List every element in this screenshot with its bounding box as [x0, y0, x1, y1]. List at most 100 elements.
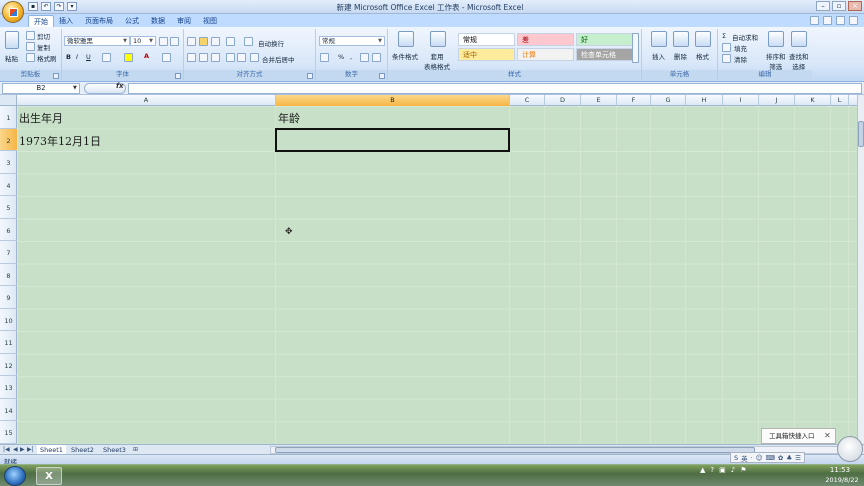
paste-icon[interactable]	[5, 31, 19, 49]
insert-cells-label[interactable]: 插入	[652, 51, 665, 61]
row-header-7[interactable]: 7	[0, 241, 17, 264]
ime-item-5[interactable]: ✿	[778, 454, 783, 462]
ime-item-0[interactable]: S	[734, 454, 738, 462]
minimize-button[interactable]: –	[816, 1, 830, 11]
table-format-label[interactable]: 套用 表格格式	[424, 51, 450, 71]
row-header-8[interactable]: 8	[0, 264, 17, 287]
font-launcher-icon[interactable]	[175, 73, 181, 79]
font-size-select[interactable]: 10 ▼	[130, 36, 156, 46]
bold-icon[interactable]: B	[66, 53, 71, 61]
delete-cells-icon[interactable]	[673, 31, 689, 47]
ime-item-2[interactable]: ·	[751, 454, 753, 462]
cell-A2[interactable]: 1973年12月1日	[19, 133, 101, 149]
cell-style-5[interactable]: 检查单元格	[576, 48, 633, 61]
border-icon[interactable]	[102, 53, 111, 62]
cell-style-1[interactable]: 差	[517, 33, 574, 46]
ime-item-4[interactable]: ⌨	[766, 454, 775, 462]
row-header-12[interactable]: 12	[0, 354, 17, 377]
orientation-icon[interactable]	[226, 37, 235, 46]
tray-volume-icon[interactable]: ♪	[731, 466, 735, 474]
tab-page-layout[interactable]: 页面布局	[80, 15, 118, 27]
clock-date[interactable]: 2019/8/22	[820, 476, 864, 484]
cell-A1[interactable]: 出生年月	[19, 110, 63, 126]
underline-icon[interactable]: U	[86, 53, 91, 61]
insert-sheet-icon[interactable]: ⊞	[133, 446, 138, 453]
excel-taskbar-icon[interactable]: X	[36, 467, 62, 485]
copy-label[interactable]: 复制	[37, 42, 50, 52]
insert-function-icon[interactable]: fx	[116, 82, 124, 90]
active-cell-border[interactable]	[275, 127, 510, 153]
column-header-K[interactable]: K	[795, 95, 831, 106]
last-sheet-icon[interactable]: ▶|	[27, 446, 34, 453]
column-header-F[interactable]: F	[617, 95, 651, 106]
column-header-D[interactable]: D	[545, 95, 581, 106]
maximize-button[interactable]: ▫	[832, 1, 846, 11]
align-bottom-icon[interactable]	[211, 37, 220, 46]
shrink-font-icon[interactable]	[170, 37, 179, 46]
tab-data[interactable]: 数据	[146, 15, 170, 27]
tray-up-icon[interactable]: ▲	[700, 466, 705, 474]
conditional-format-label[interactable]: 条件格式	[392, 51, 418, 61]
ime-item-6[interactable]: ♣	[786, 454, 792, 462]
vertical-scroll-thumb[interactable]	[858, 121, 864, 147]
delete-cells-label[interactable]: 删除	[674, 51, 687, 61]
sheet-grid[interactable]: 出生年月 年龄 1973年12月1日	[17, 106, 857, 444]
percent-icon[interactable]: %	[338, 53, 344, 61]
tray-help-icon[interactable]: ?	[710, 466, 714, 474]
find-select-label[interactable]: 查找和 选择	[789, 51, 809, 71]
row-header-10[interactable]: 10	[0, 309, 17, 332]
cell-style-0[interactable]: 常规	[458, 33, 515, 46]
column-header-I[interactable]: I	[723, 95, 759, 106]
phonetic-icon[interactable]	[162, 53, 171, 62]
row-header-14[interactable]: 14	[0, 399, 17, 422]
ribbon-minimize-icon[interactable]	[823, 16, 832, 25]
prev-sheet-icon[interactable]: ◀	[13, 446, 18, 453]
currency-icon[interactable]	[320, 53, 329, 62]
column-header-L[interactable]: L	[831, 95, 849, 106]
undo-icon[interactable]: ↶	[41, 2, 51, 11]
tab-view[interactable]: 视图	[198, 15, 222, 27]
format-cells-label[interactable]: 格式	[696, 51, 709, 61]
row-header-11[interactable]: 11	[0, 331, 17, 354]
row-header-15[interactable]: 15	[0, 421, 17, 444]
tab-review[interactable]: 审阅	[172, 15, 196, 27]
row-header-5[interactable]: 5	[0, 196, 17, 219]
clear-label[interactable]: 清除	[734, 54, 747, 64]
tray-flag-icon[interactable]: ⚑	[740, 466, 746, 474]
vertical-scrollbar[interactable]	[857, 95, 864, 444]
align-right-icon[interactable]	[211, 53, 220, 62]
column-header-G[interactable]: G	[651, 95, 686, 106]
find-select-icon[interactable]	[791, 31, 807, 47]
autosum-icon[interactable]: Σ	[722, 32, 726, 40]
row-header-6[interactable]: 6	[0, 219, 17, 242]
copy-icon[interactable]	[26, 42, 35, 51]
row-header-1[interactable]: 1	[0, 106, 17, 129]
column-header-B[interactable]: B	[276, 95, 510, 106]
fill-label[interactable]: 填充	[734, 43, 747, 53]
increase-decimal-icon[interactable]	[360, 53, 369, 62]
save-icon[interactable]: ▪	[28, 2, 38, 11]
autosum-label[interactable]: 自动求和	[732, 32, 758, 42]
clock-time[interactable]: 11:53	[820, 466, 860, 474]
close-button[interactable]: ×	[848, 1, 862, 11]
align-middle-icon[interactable]	[199, 37, 208, 46]
align-left-icon[interactable]	[187, 53, 196, 62]
fill-color-icon[interactable]	[124, 53, 133, 62]
italic-icon[interactable]: I	[76, 53, 78, 61]
row-header-13[interactable]: 13	[0, 376, 17, 399]
row-header-3[interactable]: 3	[0, 151, 17, 174]
align-top-icon[interactable]	[187, 37, 196, 46]
column-header-J[interactable]: J	[759, 95, 795, 106]
name-box[interactable]: B2	[2, 83, 80, 94]
ime-item-7[interactable]: ☰	[795, 454, 801, 462]
number-launcher-icon[interactable]	[379, 73, 385, 79]
increase-indent-icon[interactable]	[237, 53, 246, 62]
cell-style-4[interactable]: 计算	[517, 48, 574, 61]
format-cells-icon[interactable]	[695, 31, 711, 47]
office-button[interactable]	[2, 1, 24, 23]
cell-style-2[interactable]: 好	[576, 33, 633, 46]
first-sheet-icon[interactable]: |◀	[3, 446, 10, 453]
cell-style-3[interactable]: 适中	[458, 48, 515, 61]
wrap-text-label[interactable]: 自动换行	[258, 38, 284, 48]
help-icon[interactable]	[810, 16, 819, 25]
